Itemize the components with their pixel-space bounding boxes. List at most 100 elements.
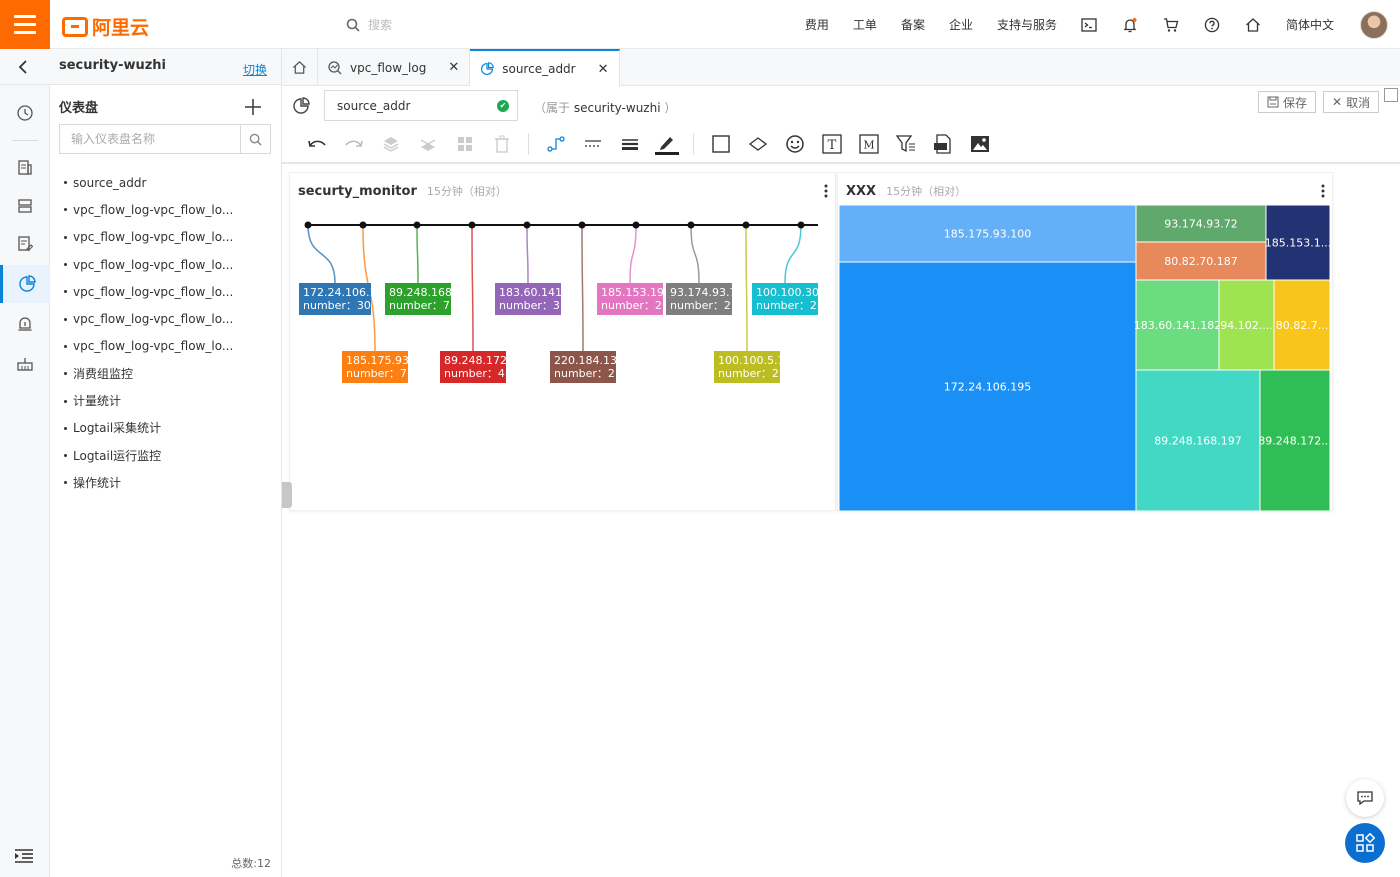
treemap-cell[interactable]: 94.102.... [1218, 279, 1275, 371]
dashboard-list-item[interactable]: vpc_flow_log-vpc_flow_lo... [64, 333, 274, 360]
nav-icp[interactable]: 备案 [889, 16, 937, 33]
tab-vpc-flow-log[interactable]: vpc_flow_log ✕ [318, 49, 471, 86]
chart-panel-xxx[interactable]: XXX 15分钟（相对） 185.175.93.100 172.24.106.195… [837, 172, 1333, 511]
nav-enterprise[interactable]: 企业 [937, 16, 985, 33]
dashboard-list-item[interactable]: vpc_flow_log-vpc_flow_lo... [64, 196, 274, 223]
flow-node[interactable]: 220.184.130number：2 [550, 351, 624, 383]
alert-icon[interactable] [0, 305, 50, 343]
grid-icon[interactable] [446, 129, 483, 159]
dashboard-list-item[interactable]: Logtail采集统计 [64, 415, 274, 442]
markdown-icon[interactable]: M [850, 129, 887, 159]
flow-node[interactable]: 185.175.93number：7 [342, 351, 409, 383]
svg-export-icon[interactable] [924, 129, 961, 159]
user-avatar[interactable] [1360, 10, 1388, 39]
dashboard-list-item[interactable]: vpc_flow_log-vpc_flow_lo... [64, 278, 274, 305]
diamond-icon[interactable] [739, 129, 776, 159]
line-weight-icon[interactable] [611, 129, 648, 159]
treemap-cell[interactable]: 89.248.168.197 [1135, 369, 1261, 511]
fullscreen-checkbox[interactable] [1384, 88, 1398, 102]
delete-icon[interactable] [483, 129, 520, 159]
chat-icon[interactable] [1346, 779, 1384, 817]
redo-icon[interactable] [335, 129, 372, 159]
treemap-cell[interactable]: 185.175.93.100 [839, 205, 1137, 263]
treemap-cell[interactable]: 185.153.1... [1265, 205, 1331, 281]
more-options-icon[interactable] [823, 183, 829, 199]
history-icon[interactable] [0, 94, 50, 132]
dashboard-list-item[interactable]: 消费组监控 [64, 360, 274, 387]
dashboard-search-button[interactable] [240, 125, 270, 153]
connector-icon[interactable] [537, 129, 574, 159]
svg-text:M: M [863, 139, 874, 152]
global-search[interactable]: 搜索 [346, 16, 392, 33]
treemap-cell[interactable]: 80.82.70.187 [1135, 241, 1267, 281]
cart-icon[interactable] [1151, 17, 1192, 33]
flow-node[interactable]: 89.248.168.number：7 [385, 283, 455, 315]
help-icon[interactable] [1192, 17, 1233, 33]
dashboard-list-item[interactable]: vpc_flow_log-vpc_flow_lo... [64, 224, 274, 251]
treemap-cell[interactable]: 183.60.141.182 [1134, 279, 1221, 371]
home-icon[interactable] [1233, 17, 1274, 33]
treemap-cell-label: 185.175.93.100 [944, 228, 1031, 241]
terminal-icon[interactable] [1069, 17, 1110, 32]
treemap-cell[interactable]: 80.82.7... [1273, 279, 1331, 371]
flow-node-value: number：2 [554, 367, 615, 380]
dashboard-list-item[interactable]: 计量统计 [64, 387, 274, 414]
nav-support[interactable]: 支持与服务 [985, 16, 1069, 33]
collapse-sidebar-icon[interactable] [14, 848, 34, 867]
image-icon[interactable] [961, 129, 998, 159]
flow-node[interactable]: 89.248.172.number：4 [440, 351, 510, 383]
emoji-icon[interactable] [776, 129, 813, 159]
close-icon[interactable]: ✕ [448, 60, 459, 75]
flow-node[interactable]: 172.24.106.1number：30 [299, 283, 376, 315]
more-options-icon[interactable] [1320, 183, 1326, 199]
save-button[interactable]: 保存 [1258, 91, 1317, 113]
notification-bell-icon[interactable] [1110, 17, 1151, 33]
nav-tickets[interactable]: 工单 [841, 16, 889, 33]
logstore-icon[interactable] [0, 149, 50, 187]
tab-source-addr[interactable]: source_addr ✕ [470, 49, 620, 87]
aliyun-logo[interactable]: 阿里云 [62, 13, 149, 40]
nav-billing[interactable]: 费用 [793, 16, 841, 33]
treemap-cell[interactable]: 172.24.106.195 [839, 261, 1137, 511]
treemap-cell[interactable]: 93.174.93.72 [1135, 205, 1267, 243]
text-icon[interactable]: T [813, 129, 850, 159]
dashboard-list-item[interactable]: Logtail运行监控 [64, 442, 274, 469]
export-icon[interactable] [0, 345, 50, 383]
language-switch[interactable]: 简体中文 [1274, 16, 1346, 33]
treemap-cell[interactable]: 89.248.172... [1258, 369, 1331, 511]
storage-icon[interactable] [0, 187, 50, 225]
cancel-button[interactable]: ✕ 取消 [1323, 91, 1380, 113]
dashboard-list-item[interactable]: vpc_flow_log-vpc_flow_lo... [64, 251, 274, 278]
flow-node[interactable]: 185.153.198number：2 [597, 283, 671, 315]
layer-down-icon[interactable] [409, 129, 446, 159]
add-dashboard-icon[interactable] [244, 98, 262, 116]
dashboard-icon[interactable] [0, 265, 50, 303]
dashboard-icon [481, 62, 495, 75]
hamburger-menu-icon[interactable] [0, 0, 50, 49]
switch-project-link[interactable]: 切换 [243, 61, 267, 78]
rectangle-icon[interactable] [702, 129, 739, 159]
tab-home[interactable] [282, 49, 318, 86]
flow-node[interactable]: 100.100.5.1number：2 [714, 351, 784, 383]
search-query-icon[interactable] [0, 225, 50, 263]
search-icon [249, 133, 262, 146]
pen-color-icon[interactable] [648, 129, 685, 159]
dashboard-search-input[interactable] [60, 125, 240, 153]
dashboard-list-item[interactable]: source_addr [64, 169, 274, 196]
line-style-icon[interactable] [574, 129, 611, 159]
undo-icon[interactable] [298, 129, 335, 159]
apps-icon[interactable] [1345, 823, 1385, 863]
back-arrow-icon[interactable] [16, 59, 30, 75]
dashboard-list-item[interactable]: vpc_flow_log-vpc_flow_lo... [64, 305, 274, 332]
dashboard-title-input[interactable]: source_addr ✔ [324, 90, 518, 121]
flow-node[interactable]: 183.60.141.number：3 [495, 283, 565, 315]
chart-panel-securty-monitor[interactable]: securty_monitor 15分钟（相对） 172.24.106.1 numb… [289, 172, 836, 511]
layer-up-icon[interactable] [372, 129, 409, 159]
filter-icon[interactable] [887, 129, 924, 159]
flow-node[interactable]: 100.100.30.number：2 [752, 283, 822, 315]
flow-node[interactable]: 93.174.93.7number：2 [666, 283, 736, 315]
panel-time-range: 15分钟（相对） [886, 185, 967, 198]
close-icon[interactable]: ✕ [598, 62, 609, 77]
dashboard-list-item[interactable]: 操作统计 [64, 469, 274, 496]
collapse-handle[interactable] [282, 482, 292, 508]
